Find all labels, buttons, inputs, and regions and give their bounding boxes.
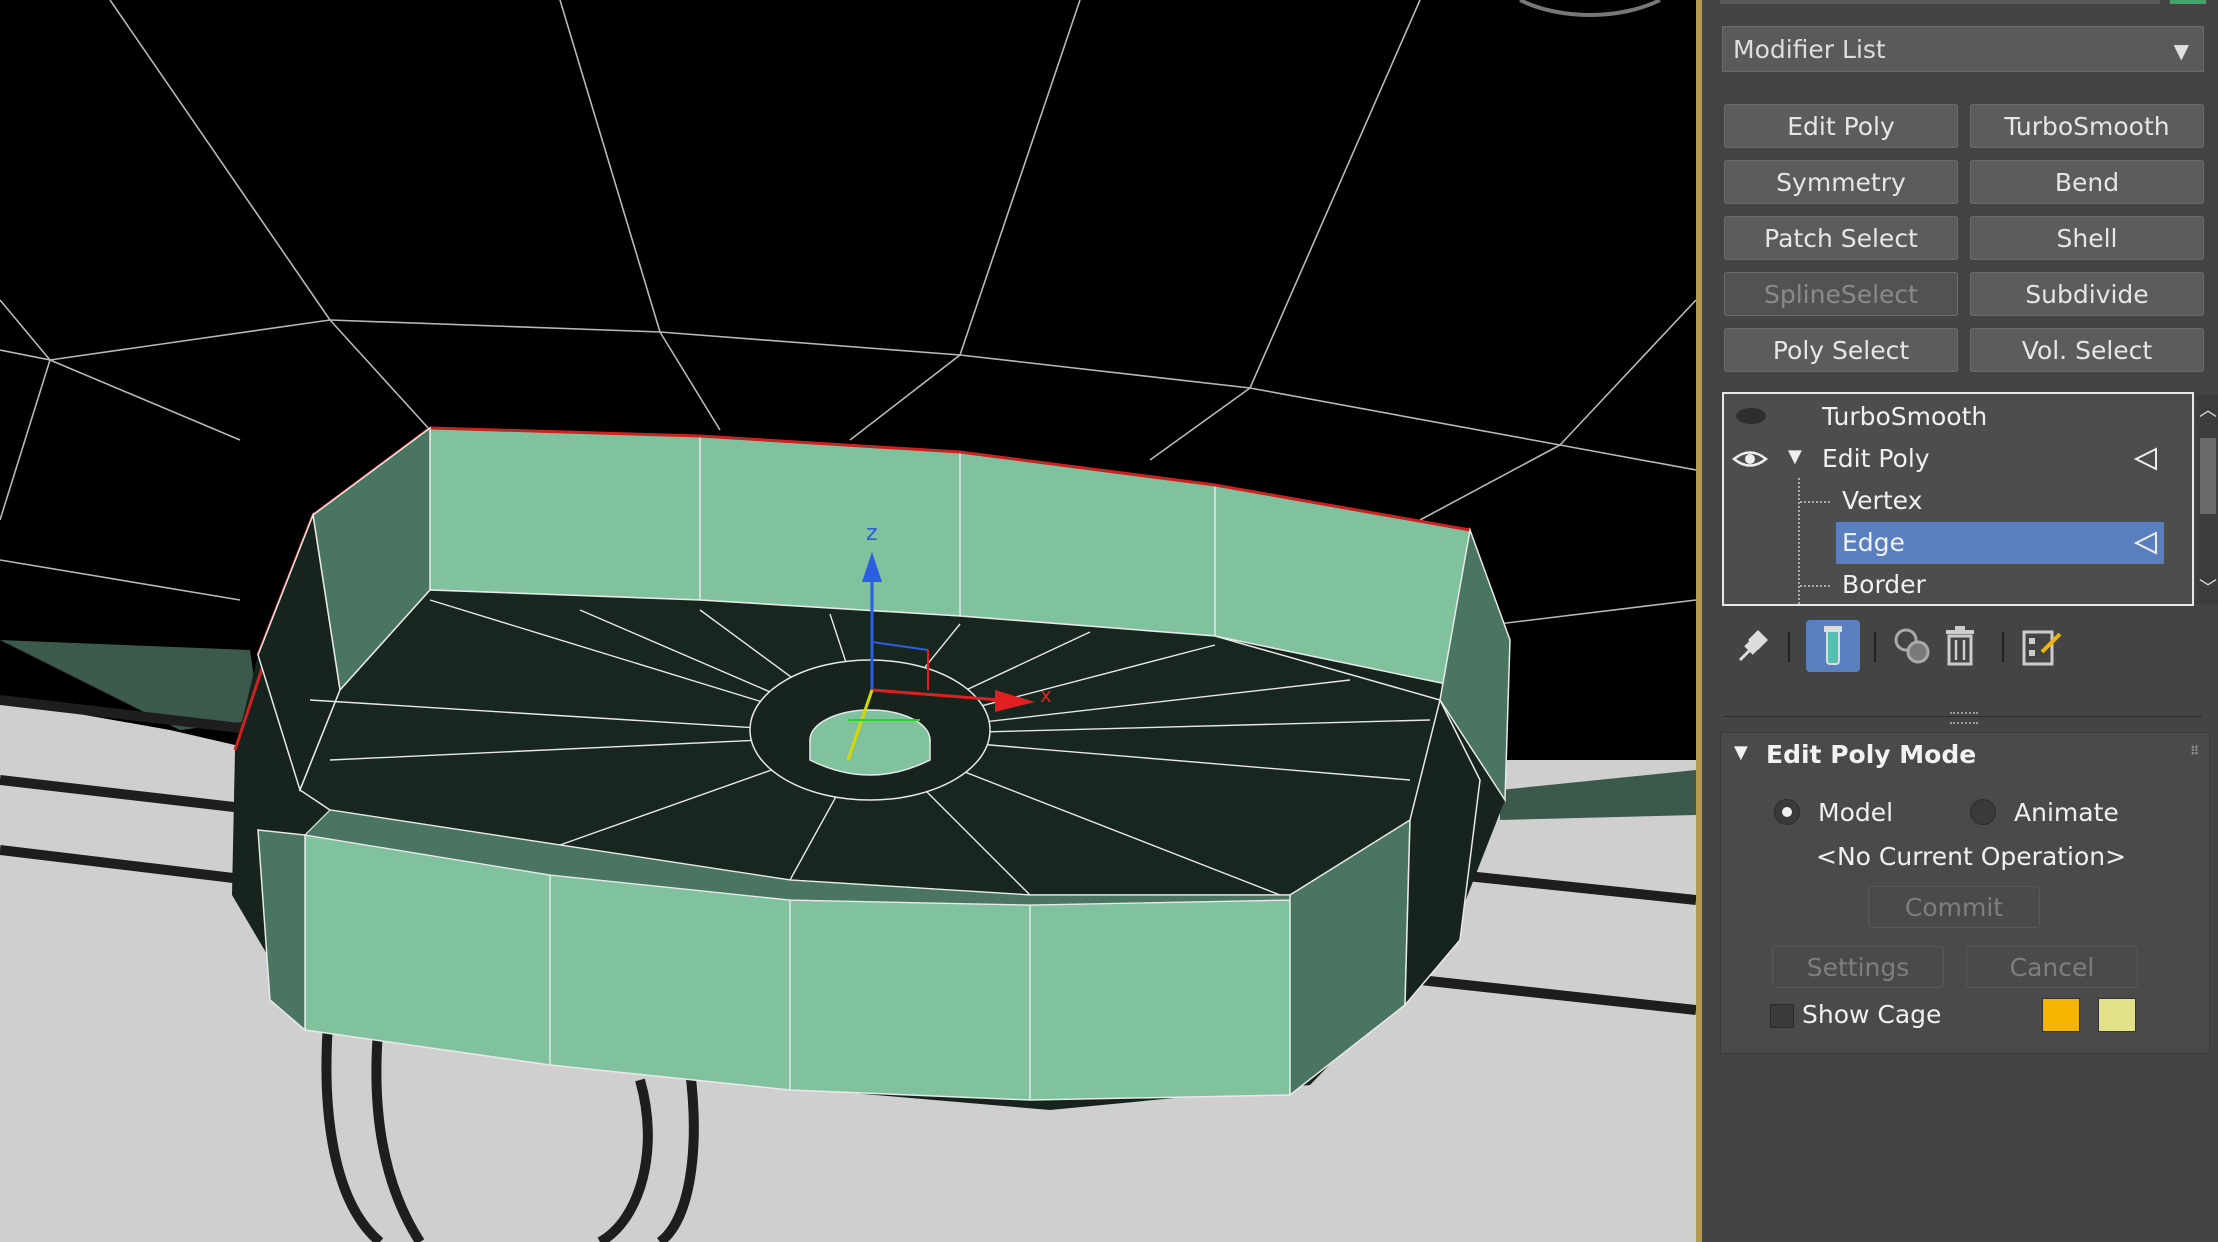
modifier-stack[interactable]: TurboSmooth ▼ Edit Poly Vertex Edge Bord…: [1722, 392, 2194, 606]
modifier-button-symmetry[interactable]: Symmetry: [1724, 160, 1958, 204]
panel-resize-grip[interactable]: [1950, 712, 1978, 724]
modifier-list-dropdown[interactable]: Modifier List ▼: [1722, 26, 2204, 72]
pin-stack-icon[interactable]: [1730, 620, 1774, 672]
drag-grip-icon[interactable]: ⠿: [2190, 744, 2199, 758]
stack-scrollbar[interactable]: ︿ ﹀: [2196, 394, 2218, 604]
stack-item-label: Vertex: [1842, 486, 1923, 515]
collapse-triangle-icon[interactable]: ▼: [1734, 742, 1748, 763]
scroll-down-icon[interactable]: ﹀: [2199, 574, 2217, 600]
scrollbar-thumb[interactable]: [2200, 438, 2216, 514]
stack-item-edge[interactable]: Edge: [1836, 522, 2164, 564]
selected-cage-color-swatch[interactable]: [2098, 998, 2136, 1032]
modifier-button-shell[interactable]: Shell: [1970, 216, 2204, 260]
modifier-button-subdivide[interactable]: Subdivide: [1970, 272, 2204, 316]
wire-circle: [1519, 0, 1661, 17]
radio-model-label: Model: [1818, 798, 1894, 827]
stack-item-edit-poly[interactable]: ▼ Edit Poly: [1724, 438, 2164, 480]
commit-button[interactable]: Commit: [1868, 886, 2040, 928]
modifier-button-splineselect[interactable]: SplineSelect: [1724, 272, 1958, 316]
modifier-button-turbosmooth[interactable]: TurboSmooth: [1970, 104, 2204, 148]
stack-item-label: Edge: [1842, 528, 1905, 557]
command-panel-modify: Modifier List ▼ Edit Poly TurboSmooth Sy…: [1702, 0, 2218, 1242]
current-operation-text: <No Current Operation>: [1816, 842, 2127, 871]
gizmo-x-label: x: [1040, 683, 1052, 707]
rollout-header[interactable]: ▼ Edit Poly Mode ⠿: [1720, 732, 2210, 776]
stack-item-label: Border: [1842, 570, 1926, 599]
radio-animate[interactable]: [1970, 799, 1996, 825]
chevron-down-icon: ▼: [2173, 39, 2189, 63]
name-field[interactable]: [1720, 0, 2160, 4]
expand-triangle-icon[interactable]: ▼: [1788, 446, 1802, 467]
modifier-button-poly-select[interactable]: Poly Select: [1724, 328, 1958, 372]
3d-viewport[interactable]: z x: [0, 0, 1696, 1242]
show-end-result-icon[interactable]: [1806, 620, 1860, 672]
modifier-button-patch-select[interactable]: Patch Select: [1724, 216, 1958, 260]
modifier-button-bend[interactable]: Bend: [1970, 160, 2204, 204]
rollout-title: Edit Poly Mode: [1766, 740, 1977, 769]
eye-icon[interactable]: [1732, 448, 1768, 470]
subobject-indicator-icon: [2133, 531, 2157, 555]
gizmo-z-label: z: [866, 521, 878, 546]
make-unique-icon[interactable]: [1890, 620, 1934, 672]
modifier-button-vol-select[interactable]: Vol. Select: [1970, 328, 2204, 372]
cancel-button[interactable]: Cancel: [1966, 946, 2138, 988]
settings-button[interactable]: Settings: [1772, 946, 1944, 988]
remove-modifier-icon[interactable]: [1938, 620, 1982, 672]
radio-model[interactable]: [1774, 799, 1800, 825]
cage-color-swatch[interactable]: [2042, 998, 2080, 1032]
show-cage-label: Show Cage: [1802, 1000, 1942, 1029]
show-cage-checkbox[interactable]: [1770, 1004, 1794, 1028]
stack-item-label: TurboSmooth: [1822, 402, 1988, 431]
configure-modifier-sets-icon[interactable]: [2020, 620, 2064, 672]
modifier-list-label: Modifier List: [1733, 34, 1886, 64]
eye-off-icon[interactable]: [1734, 406, 1768, 426]
stack-item-vertex[interactable]: Vertex: [1724, 480, 2164, 522]
subobject-indicator-icon: [2133, 447, 2157, 471]
viewport-scene: z x: [0, 0, 1696, 1242]
modifier-button-edit-poly[interactable]: Edit Poly: [1724, 104, 1958, 148]
object-color-swatch[interactable]: [2170, 0, 2206, 4]
radio-animate-label: Animate: [2014, 798, 2119, 827]
scroll-up-icon[interactable]: ︿: [2199, 396, 2217, 422]
stack-item-label: Edit Poly: [1822, 444, 1930, 473]
stack-item-border[interactable]: Border: [1724, 564, 2164, 606]
stack-item-turbosmooth[interactable]: TurboSmooth: [1724, 396, 2164, 438]
